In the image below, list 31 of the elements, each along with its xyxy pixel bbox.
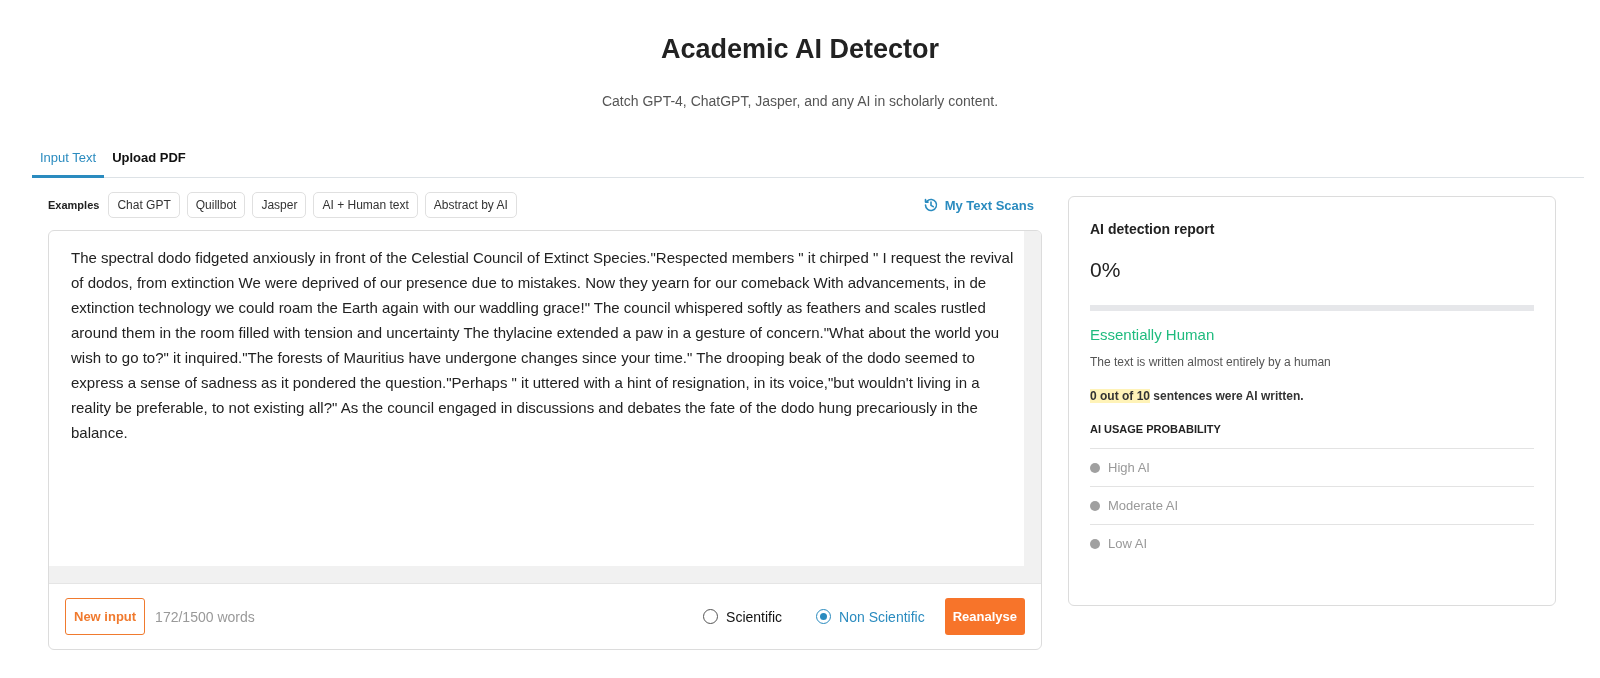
legend-label: High AI: [1108, 460, 1150, 475]
legend-dot: [1090, 462, 1100, 473]
legend-label: Moderate AI: [1108, 498, 1179, 513]
legend-dot: [1090, 500, 1100, 511]
example-chip[interactable]: Quillbot: [186, 192, 246, 218]
examples-label: Examples: [48, 199, 100, 211]
history-icon: [922, 197, 939, 213]
legend-dot: [1090, 538, 1100, 549]
input-text: The spectral dodo fidgeted anxiously in front of the Celestial Council of Extinct Species."Respected members " it chirped " I request the revival of dodos, from extinction We were deprived of our presence due to mistakes. Now they yearn for our comeback With advancements, in de extinction technology we could roam the Earth again with our waddling grace!" The council whispered softly as feathers and scales rustled around them in the room filled with tension and uncertainty The thylacine extended a paw in a gesture of concern."What about the world you wish to go to?" it inquired."The forests of Mauritius have undergone changes since your time." The drooping beak of the dodo seemed to express a sense of sadness as it pondered the question."Perhaps " it uttered with a hint of resignation, in its voice,"but wouldn't living in a reality be preferable, to not existing all?" As the council engaged in discussions and debates the fate of the dodo hung precariously in the balance.: [70, 248, 1015, 443]
word-count: 172/1500 words: [155, 608, 255, 625]
verdict-label: Essentially Human: [1090, 326, 1216, 343]
vertical-scrollbar[interactable]: [1024, 231, 1041, 583]
legend-label: Low AI: [1108, 536, 1148, 551]
mode-radio[interactable]: Scientific: [703, 608, 783, 625]
example-chip[interactable]: Chat GPT: [108, 192, 180, 218]
example-chip[interactable]: AI + Human text: [313, 192, 418, 218]
text-input-area[interactable]: [49, 231, 1041, 584]
report-title: AI detection report: [1090, 221, 1216, 237]
tab[interactable]: Upload PDF: [104, 142, 194, 178]
sentences-summary: 0 out of 10 sentences were AI written.: [1090, 389, 1305, 403]
mode-radio[interactable]: Non Scientific: [816, 608, 925, 625]
example-chip[interactable]: Abstract by AI: [424, 192, 517, 218]
my-text-scans-link[interactable]: My Text Scans: [922, 197, 1034, 213]
ai-percentage: 0%: [1090, 258, 1122, 282]
verdict-description: The text is written almost entirely by a human: [1090, 355, 1332, 369]
page-title: Academic AI Detector: [659, 34, 941, 65]
tab[interactable]: Input Text: [32, 142, 105, 178]
page-subtitle: Catch GPT-4, ChatGPT, Jasper, and any AI in scholarly content.: [600, 93, 1000, 109]
example-chip[interactable]: Jasper: [252, 192, 307, 218]
probability-heading: AI USAGE PROBABILITY: [1090, 423, 1534, 449]
horizontal-scrollbar[interactable]: [49, 566, 1024, 583]
